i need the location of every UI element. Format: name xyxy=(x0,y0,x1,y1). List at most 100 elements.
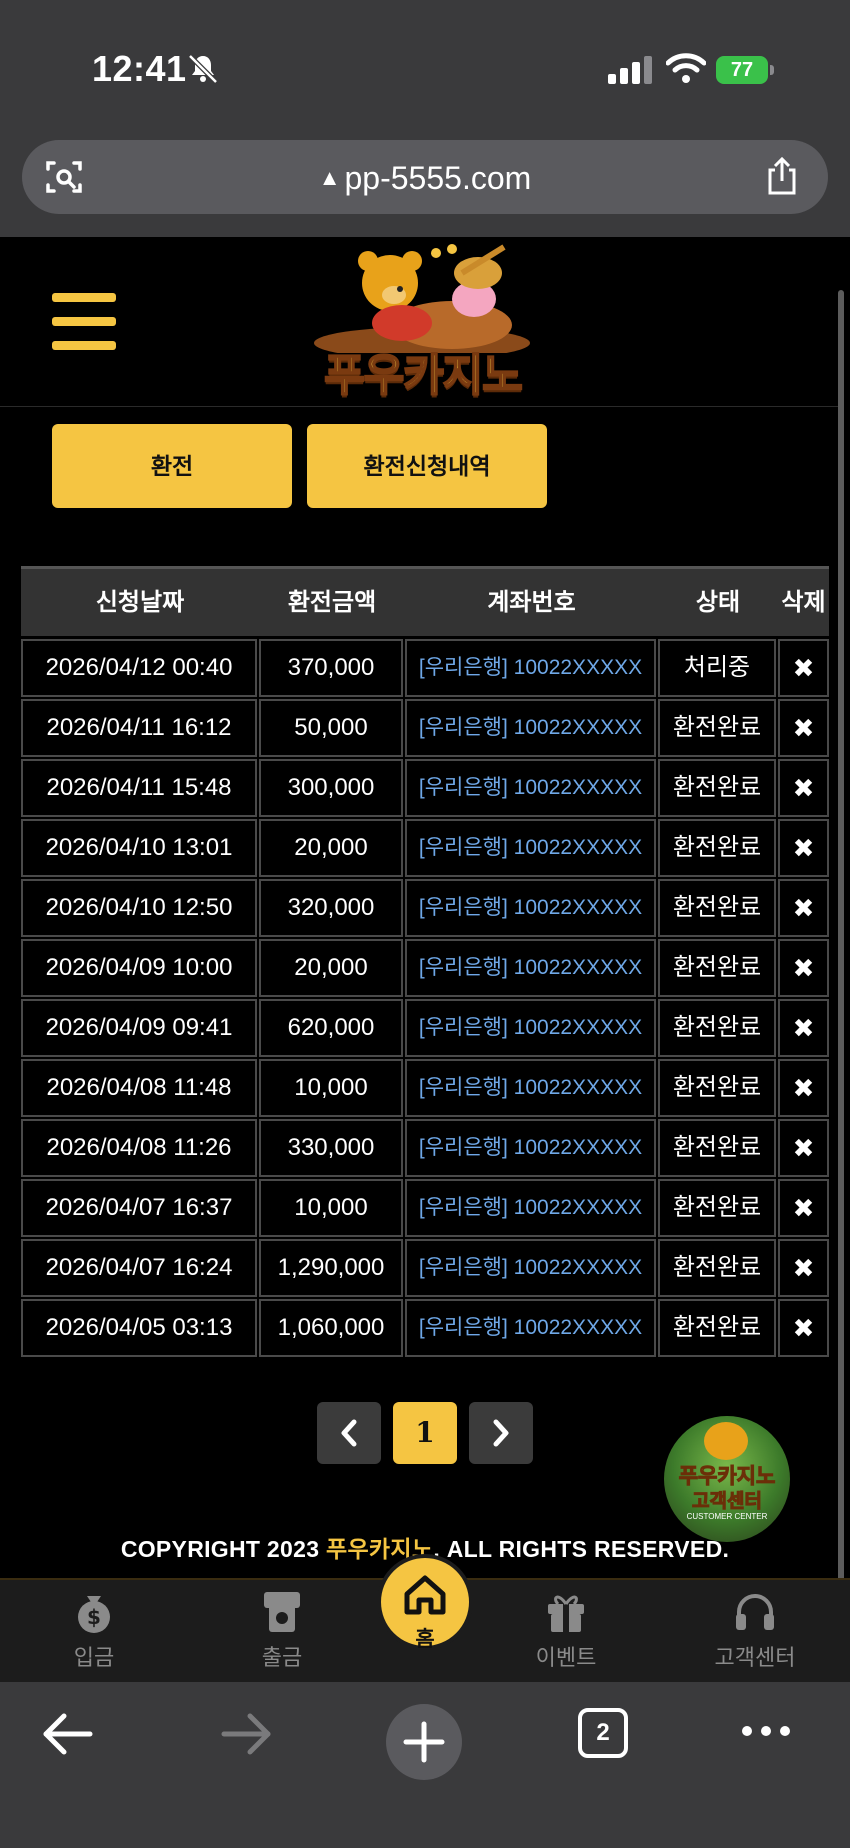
battery-indicator: 77 xyxy=(716,56,774,84)
customer-center-floating-button[interactable]: 푸우카지노 고객센터 CUSTOMER CENTER xyxy=(664,1416,790,1542)
gift-icon xyxy=(548,1595,584,1632)
site-header: 푸우카지노 xyxy=(0,237,838,407)
cell-amount: 1,060,000 xyxy=(259,1299,403,1357)
table-row: 2026/04/07 16:24 1,290,000 [우리은행] 10022XXX… xyxy=(21,1239,829,1299)
nav-withdraw[interactable]: 출금 xyxy=(222,1590,342,1672)
cell-date: 2026/04/07 16:37 xyxy=(21,1179,257,1237)
tab-switcher-button[interactable]: 2 xyxy=(578,1708,628,1758)
cell-account[interactable]: [우리은행] 10022XXXXX xyxy=(405,1059,656,1117)
nav-customer-center[interactable]: 고객센터 xyxy=(695,1590,815,1672)
new-tab-button[interactable] xyxy=(386,1704,462,1780)
delete-button[interactable]: ✖ xyxy=(778,1299,829,1357)
nav-deposit-label: 입금 xyxy=(73,1645,115,1670)
delete-button[interactable]: ✖ xyxy=(778,999,829,1057)
nav-home-label: 홈 xyxy=(415,1628,435,1651)
cell-account[interactable]: [우리은행] 10022XXXXX xyxy=(405,759,656,817)
table-row: 2026/04/08 11:26 330,000 [우리은행] 10022XXXXX… xyxy=(21,1119,829,1179)
cell-account[interactable]: [우리은행] 10022XXXXX xyxy=(405,879,656,937)
warning-icon: ▲ xyxy=(318,165,341,190)
cell-date: 2026/04/10 13:01 xyxy=(21,819,257,877)
cell-amount: 10,000 xyxy=(259,1179,403,1237)
cell-account[interactable]: [우리은행] 10022XXXXX xyxy=(405,1179,656,1237)
more-icon[interactable] xyxy=(740,1724,792,1738)
nav-customer-center-label: 고객센터 xyxy=(714,1645,796,1670)
header-account: 계좌번호 xyxy=(487,589,576,616)
atm-icon xyxy=(264,1592,300,1632)
bell-muted-icon xyxy=(188,54,218,84)
url-display[interactable]: ▲ pp-5555.com xyxy=(22,160,828,197)
cell-account[interactable]: [우리은행] 10022XXXXX xyxy=(405,639,656,697)
cell-account[interactable]: [우리은행] 10022XXXXX xyxy=(405,1119,656,1177)
delete-button[interactable]: ✖ xyxy=(778,819,829,877)
cell-status: 환전완료 xyxy=(658,759,776,817)
status-time: 12:41 xyxy=(92,48,187,89)
cs-badge-title: 고객센터 xyxy=(692,1491,763,1513)
delete-button[interactable]: ✖ xyxy=(778,639,829,697)
table-row: 2026/04/05 03:13 1,060,000 [우리은행] 10022XXX… xyxy=(21,1299,829,1359)
tab-exchange-history[interactable]: 환전신청내역 xyxy=(307,424,547,508)
page-1-button[interactable]: 1 xyxy=(393,1402,457,1464)
bottom-navigation: $ 입금 출금 홈 이벤트 고객센터 xyxy=(0,1554,850,1682)
chevron-left-icon xyxy=(341,1419,357,1447)
nav-deposit[interactable]: $ 입금 xyxy=(34,1590,154,1672)
next-page-button[interactable] xyxy=(469,1402,533,1464)
menu-icon[interactable] xyxy=(52,293,116,351)
back-icon[interactable] xyxy=(40,1708,96,1760)
delete-button[interactable]: ✖ xyxy=(778,939,829,997)
cell-account[interactable]: [우리은행] 10022XXXXX xyxy=(405,999,656,1057)
copyright-prefix: COPYRIGHT 2023 xyxy=(120,1536,326,1562)
cell-account[interactable]: [우리은행] 10022XXXXX xyxy=(405,819,656,877)
cell-status: 환전완료 xyxy=(658,819,776,877)
delete-button[interactable]: ✖ xyxy=(778,759,829,817)
cell-date: 2026/04/08 11:48 xyxy=(21,1059,257,1117)
cs-badge-subtitle: CUSTOMER CENTER xyxy=(686,1512,768,1521)
logo-text: 푸우카지노 xyxy=(323,350,523,401)
prev-page-button[interactable] xyxy=(317,1402,381,1464)
address-bar[interactable]: ▲ pp-5555.com xyxy=(22,140,828,214)
cell-account[interactable]: [우리은행] 10022XXXXX xyxy=(405,1239,656,1297)
header-delete: 삭제 xyxy=(781,589,826,616)
delete-button[interactable]: ✖ xyxy=(778,1059,829,1117)
withdrawal-history-table: 2026/04/12 00:40 370,000 [우리은행] 10022XXXXX… xyxy=(21,639,829,1359)
table-row: 2026/04/11 16:12 50,000 [우리은행] 10022XXXXX 환… xyxy=(21,699,829,759)
table-header: 신청날짜 환전금액 계좌번호 상태 삭제 xyxy=(21,566,829,636)
header-date: 신청날짜 xyxy=(95,589,185,616)
delete-button[interactable]: ✖ xyxy=(778,879,829,937)
browser-toolbar: 2 xyxy=(0,1682,850,1848)
battery-level: 77 xyxy=(716,56,768,84)
wifi-icon xyxy=(666,53,706,83)
nav-home[interactable]: 홈 xyxy=(377,1554,473,1651)
delete-button[interactable]: ✖ xyxy=(778,1119,829,1177)
nav-event[interactable]: 이벤트 xyxy=(506,1590,626,1672)
nav-event-label: 이벤트 xyxy=(535,1645,597,1670)
url-text: pp-5555.com xyxy=(344,160,532,196)
page-scrollbar[interactable] xyxy=(838,290,844,1660)
table-row: 2026/04/07 16:37 10,000 [우리은행] 10022XXXXX 환… xyxy=(21,1179,829,1239)
cell-status: 환전완료 xyxy=(658,699,776,757)
site-logo[interactable]: 푸우카지노 xyxy=(302,243,542,401)
cell-date: 2026/04/05 03:13 xyxy=(21,1299,257,1357)
cell-status: 환전완료 xyxy=(658,879,776,937)
delete-button[interactable]: ✖ xyxy=(778,1179,829,1237)
cell-date: 2026/04/09 09:41 xyxy=(21,999,257,1057)
cell-status: 환전완료 xyxy=(658,1059,776,1117)
browser-top-chrome: 12:41 77 ▲ pp-5555.com xyxy=(0,0,850,237)
money-bag-icon: $ xyxy=(78,1596,110,1633)
cell-amount: 20,000 xyxy=(259,819,403,877)
delete-button[interactable]: ✖ xyxy=(778,699,829,757)
cell-amount: 20,000 xyxy=(259,939,403,997)
tab-exchange[interactable]: 환전 xyxy=(52,424,292,508)
forward-icon[interactable] xyxy=(218,1708,274,1760)
cell-status: 환전완료 xyxy=(658,1239,776,1297)
cell-account[interactable]: [우리은행] 10022XXXXX xyxy=(405,1299,656,1357)
share-icon[interactable] xyxy=(764,156,800,196)
cell-amount: 620,000 xyxy=(259,999,403,1057)
header-amount: 환전금액 xyxy=(287,589,377,616)
cell-amount: 10,000 xyxy=(259,1059,403,1117)
header-status: 상태 xyxy=(695,589,741,616)
delete-button[interactable]: ✖ xyxy=(778,1239,829,1297)
cell-account[interactable]: [우리은행] 10022XXXXX xyxy=(405,939,656,997)
cell-amount: 50,000 xyxy=(259,699,403,757)
cell-account[interactable]: [우리은행] 10022XXXXX xyxy=(405,699,656,757)
cellular-signal-icon xyxy=(608,56,652,84)
